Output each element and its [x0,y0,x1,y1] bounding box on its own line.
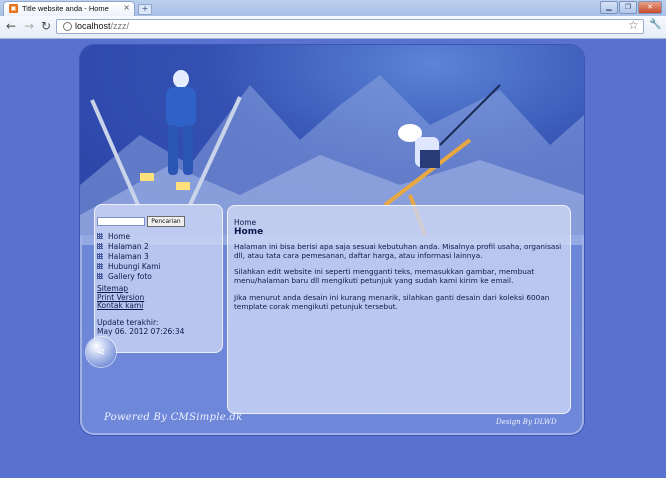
address-bar[interactable]: localhost/zzz/ [56,19,644,34]
sidebar-item-label: Gallery foto [108,271,152,281]
reload-button[interactable]: ↻ [41,20,51,33]
update-value: May 06. 2012 07:26:34 [97,327,185,336]
share-button[interactable]: ⋖ [86,337,116,367]
url-text: localhost/zzz/ [75,21,129,31]
powered-by-credit[interactable]: Powered By CMSimple.dk [104,412,242,423]
close-window-button[interactable]: ✕ [638,1,662,14]
sidebar-item-label: Halaman 2 [108,241,149,251]
tab-close-icon[interactable]: × [123,3,130,12]
sidebar-item-home[interactable]: Home [97,231,161,241]
last-update: Update terakhir: May 06. 2012 07:26:34 [97,318,184,336]
sidebar-item-label: Hubungi Kami [108,261,161,271]
sidebar-item-halaman-2[interactable]: Halaman 2 [97,241,161,251]
tab-title: Title website anda - Home [22,4,109,13]
favicon-icon: ▣ [9,4,18,13]
browser-tab-active[interactable]: ▣ Title website anda - Home × [3,1,135,16]
restore-button[interactable]: ❐ [619,1,637,14]
web-page: Pencarian Home Halaman 2 Halaman 3 Hubun… [0,39,666,478]
breadcrumb[interactable]: Home [234,218,256,227]
contact-link[interactable]: Kontak kami [97,301,144,311]
page-title: Home [234,227,264,237]
design-credit[interactable]: Design By DLWD [496,418,557,426]
content-paragraph: Silahkan edit website ini seperti mengga… [234,267,535,285]
url-host: localhost [75,21,111,31]
sidebar-item-label: Halaman 3 [108,251,149,261]
sidebar-menu: Home Halaman 2 Halaman 3 Hubungi Kami Ga… [97,231,161,281]
new-tab-button[interactable]: + [138,4,152,15]
browser-toolbar: ← → ↻ localhost/zzz/ ☆ 🔧 [0,16,666,39]
minimize-button[interactable]: ▁ [600,1,618,14]
sidebar-panel: Pencarian Home Halaman 2 Halaman 3 Hubun… [94,204,223,353]
sidebar-item-hubungi-kami[interactable]: Hubungi Kami [97,261,161,271]
browser-titlebar: ▣ Title website anda - Home × + ▁ ❐ ✕ [0,0,666,16]
grid-bullet-icon [97,263,103,269]
grid-bullet-icon [97,233,103,239]
grid-bullet-icon [97,273,103,279]
content-paragraph: Halaman ini bisa berisi apa saja sesuai … [234,242,562,260]
forward-button[interactable]: → [24,20,34,33]
sidebar-item-halaman-3[interactable]: Halaman 3 [97,251,161,261]
url-path: /zzz/ [110,21,130,31]
back-button[interactable]: ← [6,20,16,33]
update-label: Update terakhir: [97,318,159,327]
grid-bullet-icon [97,243,103,249]
main-content: Home Home Halaman ini bisa berisi apa sa… [227,205,571,414]
share-icon: ⋖ [96,345,106,358]
search-button[interactable]: Pencarian [147,216,185,227]
search-input[interactable] [97,217,145,226]
grid-bullet-icon [97,253,103,259]
utility-links: Sitemap Print Version Kontak kami [97,284,144,311]
globe-icon [63,22,72,31]
content-paragraph: Jika menurut anda desain ini kurang mena… [234,293,550,311]
wrench-menu-icon[interactable]: 🔧 [649,19,661,30]
sidebar-item-gallery-foto[interactable]: Gallery foto [97,271,161,281]
bookmark-star-icon[interactable]: ☆ [628,18,639,32]
window-controls: ▁ ❐ ✕ [600,1,662,14]
sidebar-item-label: Home [108,231,131,241]
